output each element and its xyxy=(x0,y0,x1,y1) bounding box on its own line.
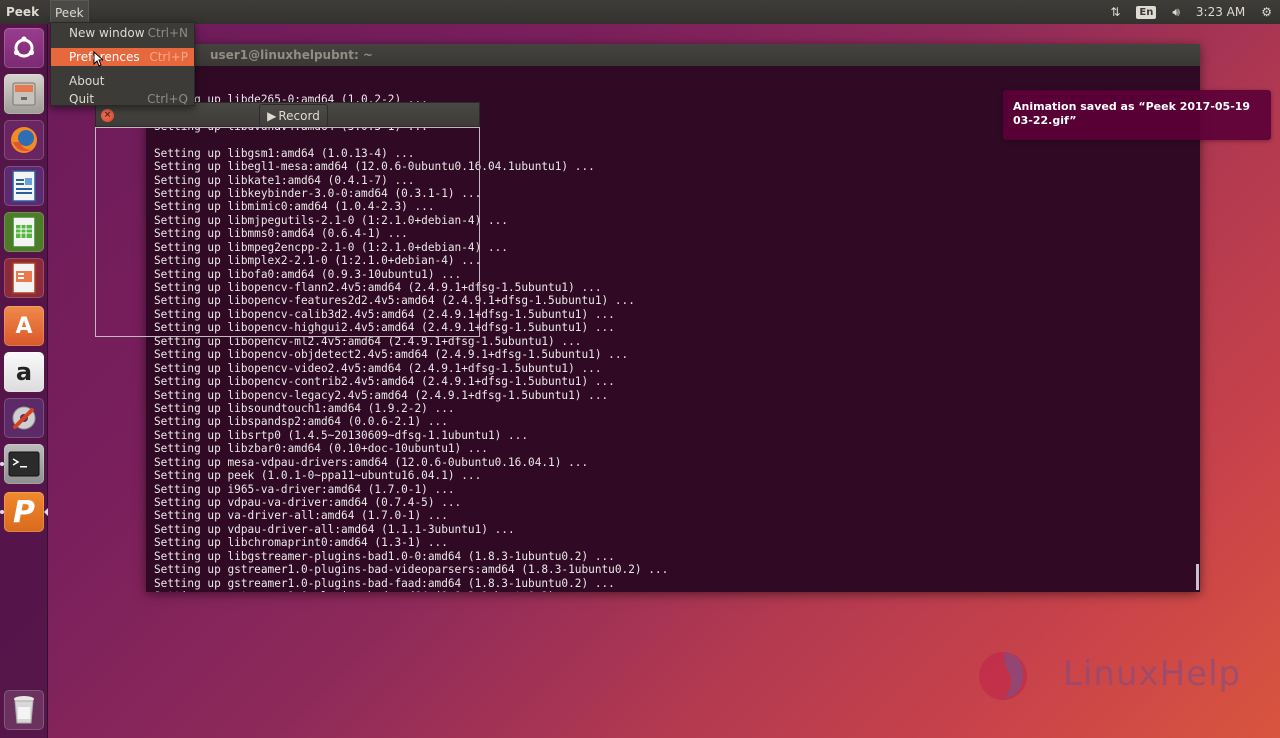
terminal-line: Setting up libchromaprint0:amd64 (1.3-1)… xyxy=(154,536,448,550)
running-indicator xyxy=(0,462,4,466)
terminal-line: Setting up libspandsp2:amd64 (0.0.6-2.1)… xyxy=(154,415,448,429)
terminal-line: Setting up va-driver-all:amd64 (1.7.0-1)… xyxy=(154,509,448,523)
terminal-line: Setting up libopencv-objdetect2.4v5:amd6… xyxy=(154,348,629,362)
terminal-line: Setting up libopencv-legacy2.4v5:amd64 (… xyxy=(154,388,609,402)
mouse-pointer-icon xyxy=(93,51,103,67)
peek-p-icon[interactable]: P xyxy=(4,492,44,532)
terminal-line: Setting up gstreamer1.0-plugins-bad-vide… xyxy=(154,563,669,577)
terminal-line: Setting up vdpau-va-driver:amd64 (0.7.4-… xyxy=(154,496,462,510)
software-bag-icon[interactable]: A xyxy=(4,306,44,346)
terminal-line: Setting up libzbar0:amd64 (0.10+doc-10ub… xyxy=(154,442,488,456)
recording-area-frame xyxy=(95,127,480,337)
ubuntu-logo-icon[interactable] xyxy=(4,28,44,68)
file-cabinet-icon[interactable] xyxy=(4,74,44,114)
clock[interactable]: 3:23 AM xyxy=(1196,5,1245,19)
terminal-line: Setting up libopencv-contrib2.4v5:amd64 … xyxy=(154,375,615,389)
top-panel: Peek Peek ⇅ En 🔊︎ 3:23 AM ⚙ xyxy=(0,0,1280,24)
notification-bubble: Animation saved as “Peek 2017-05-19 03-2… xyxy=(1003,90,1271,140)
terminal-icon[interactable] xyxy=(4,444,44,484)
trash-icon[interactable] xyxy=(4,690,44,730)
focused-indicator xyxy=(44,508,48,516)
menu-item-quit[interactable]: Quit Ctrl+Q xyxy=(51,90,194,108)
terminal-line: Setting up vdpau-driver-all:amd64 (1.1.1… xyxy=(154,522,515,536)
writer-document-icon[interactable] xyxy=(4,166,44,206)
menu-item-new-window[interactable]: New window Ctrl+N xyxy=(51,24,194,42)
linuxhelp-logo-icon xyxy=(979,652,1027,700)
play-triangle-icon: ▶ xyxy=(267,108,277,123)
indicator-area: ⇅ En 🔊︎ 3:23 AM ⚙ xyxy=(1102,0,1280,24)
keyboard-layout-indicator[interactable]: En xyxy=(1136,5,1157,19)
speaker-volume-icon[interactable]: 🔊︎ xyxy=(1172,5,1180,20)
terminal-line: Setting up gstreamer1.0-plugins-bad-faad… xyxy=(154,576,615,590)
launcher: A a P xyxy=(0,24,48,738)
linuxhelp-watermark: LinuxHelp xyxy=(975,640,1240,710)
terminal-line: Setting up mesa-vdpau-drivers:amd64 (12.… xyxy=(154,455,589,469)
impress-presentation-icon[interactable] xyxy=(4,258,44,298)
record-button[interactable]: ▶ Record xyxy=(259,104,328,127)
menu-item-preferences[interactable]: Preferences Ctrl+P xyxy=(51,48,194,66)
menu-item-about[interactable]: About xyxy=(51,72,194,90)
peek-window: × ▶ Record xyxy=(95,102,480,337)
terminal-line: Setting up libsrtp0 (1.4.5~20130609~dfsg… xyxy=(154,428,529,442)
power-gear-icon[interactable]: ⚙ xyxy=(1261,5,1272,19)
terminal-line: Setting up libsoundtouch1:amd64 (1.9.2-2… xyxy=(154,401,455,415)
running-indicator xyxy=(0,510,4,514)
terminal-line: Setting up peek (1.0.1-0~ppa11~ubuntu16.… xyxy=(154,469,482,483)
settings-wrench-icon[interactable] xyxy=(4,398,44,438)
watermark-text: LinuxHelp xyxy=(1063,654,1242,694)
amazon-icon[interactable]: a xyxy=(4,352,44,392)
terminal-titlebar[interactable]: user1@linuxhelpubnt: ~ xyxy=(146,44,1200,66)
active-app-name: Peek xyxy=(6,5,40,19)
terminal-scrollbar[interactable] xyxy=(1196,564,1199,590)
terminal-line: Setting up libgstreamer-plugins-bad1.0-0… xyxy=(154,549,615,563)
firefox-icon[interactable] xyxy=(4,120,44,160)
calc-spreadsheet-icon[interactable] xyxy=(4,212,44,252)
app-menu-peek[interactable]: Peek xyxy=(50,0,89,24)
peek-app-menu: New window Ctrl+N Preferences Ctrl+P Abo… xyxy=(50,22,195,106)
terminal-line: Setting up gstreamer1.0-plugins-bad:amd6… xyxy=(154,590,1200,592)
network-updown-icon[interactable]: ⇅ xyxy=(1110,5,1120,19)
terminal-line: Setting up libopencv-video2.4v5:amd64 (2… xyxy=(154,361,602,375)
terminal-title: user1@linuxhelpubnt: ~ xyxy=(210,48,373,62)
record-label: Record xyxy=(278,108,320,123)
close-icon[interactable]: × xyxy=(101,109,114,122)
terminal-line: Setting up i965-va-driver:amd64 (1.7.0-1… xyxy=(154,482,455,496)
